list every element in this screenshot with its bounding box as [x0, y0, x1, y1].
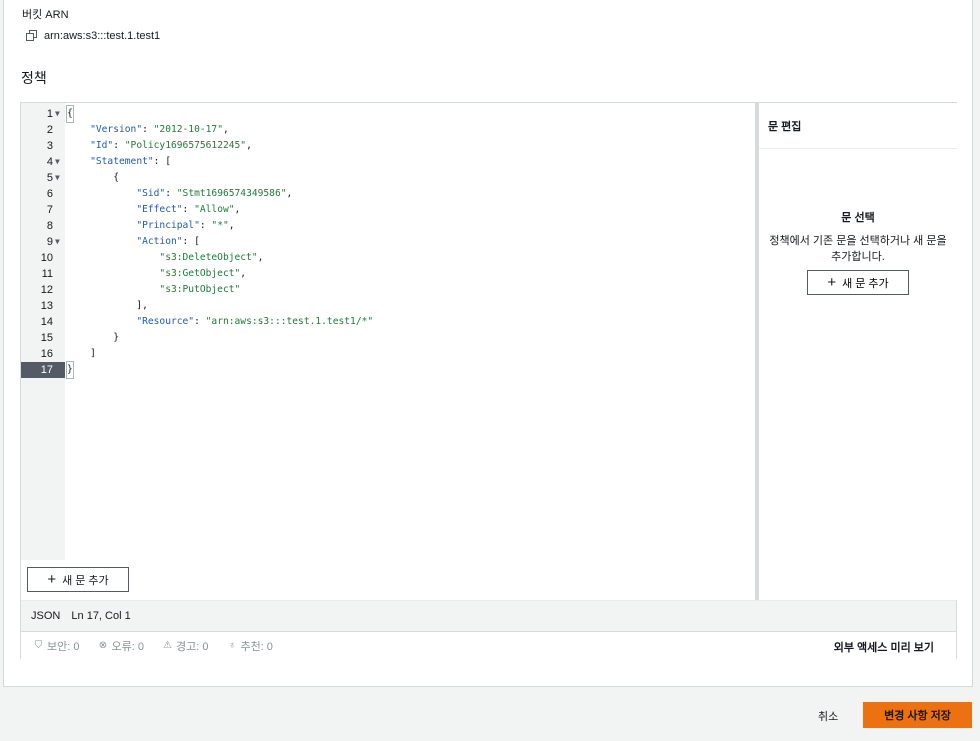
warning-count-label: 경고: 0 [175, 640, 209, 653]
plus-icon: + [47, 571, 57, 588]
code-text: ], [67, 300, 148, 311]
edit-statement-panel: 문 편집 문 선택 정책에서 기존 문을 선택하거나 새 문을 추가합니다. +… [759, 103, 957, 600]
code-editor[interactable]: 1 ▼{2 "Version": "2012-10-17", 3 "Id": "Po… [21, 103, 755, 600]
code-text: "Resource": "arn:aws:s3:::test.1.test1/*… [136, 316, 374, 327]
code-text: "Principal": "*", [136, 220, 235, 231]
edit-statement-header: 문 편집 [759, 103, 957, 149]
code-line[interactable]: 6 "Sid": "Stmt1696574349586", [21, 186, 755, 202]
line-number: 12 [40, 284, 53, 296]
code-line[interactable]: 9 ▼ "Action": [ [21, 234, 755, 250]
line-number: 8 [46, 220, 53, 232]
code-text: "Statement": [ [90, 156, 171, 167]
code-text: } [67, 332, 119, 343]
bucket-arn-label: 버킷 ARN [22, 9, 69, 21]
side-add-statement-label: 새 문 추가 [842, 277, 889, 290]
code-line[interactable]: 8 "Principal": "*", [21, 218, 755, 234]
shield-icon: ⛉ [34, 640, 43, 651]
line-number: 4 [46, 156, 53, 168]
error-count[interactable]: ⊗ 오류: 0 [97, 638, 144, 654]
line-number: 10 [40, 252, 53, 264]
line-number: 1 [46, 108, 53, 120]
add-statement-button[interactable]: + 새 문 추가 [27, 567, 129, 592]
code-line[interactable]: 14 "Resource": "arn:aws:s3:::test.1.test… [21, 314, 755, 330]
plus-icon: + [827, 274, 837, 291]
preview-external-access-link[interactable]: 외부 액세스 미리 보기 [834, 639, 934, 655]
fold-arrow-icon[interactable]: ▼ [55, 106, 60, 122]
code-text: "Id": "Policy1696575612245", [90, 140, 252, 151]
code-line[interactable]: 15 } [21, 330, 755, 346]
fold-arrow-icon[interactable]: ▼ [55, 154, 60, 170]
code-line[interactable]: 2 "Version": "2012-10-17", [21, 122, 755, 138]
error-circle-icon: ⊗ [98, 640, 108, 651]
lightbulb-icon: ♁ [228, 640, 236, 651]
line-number: 3 [46, 140, 53, 152]
policy-editor: 1 ▼{2 "Version": "2012-10-17", 3 "Id": "Po… [20, 102, 957, 659]
line-number: 15 [40, 332, 53, 344]
code-line[interactable]: 12 "s3:PutObject" [21, 282, 755, 298]
side-add-statement-button[interactable]: + 새 문 추가 [807, 270, 909, 295]
copy-icon[interactable] [26, 30, 38, 42]
line-number: 14 [40, 316, 53, 328]
policy-section-title: 정책 [21, 70, 47, 86]
save-changes-button[interactable]: 변경 사항 저장 [863, 702, 972, 728]
line-number: 9 [46, 236, 53, 248]
code-text: "Version": "2012-10-17", [90, 124, 229, 135]
bucket-arn-value: arn:aws:s3:::test.1.test1 [44, 30, 161, 42]
code-line[interactable]: 17} [21, 361, 755, 379]
bucket-arn-row: arn:aws:s3:::test.1.test1 [26, 30, 160, 42]
line-number: 17 [21, 362, 65, 378]
line-number: 6 [46, 188, 53, 200]
code-text: "s3:DeleteObject", [159, 252, 264, 263]
code-text: "Action": [ [136, 236, 200, 247]
status-mode: JSON [31, 610, 61, 622]
code-line[interactable]: 10 "s3:DeleteObject", [21, 250, 755, 266]
security-count-label: 보안: 0 [47, 640, 80, 653]
code-line[interactable]: 13 ], [21, 298, 755, 314]
select-statement-description: 정책에서 기존 문을 선택하거나 새 문을 추가합니다. [769, 235, 947, 263]
bucket-policy-panel: 버킷 ARN arn:aws:s3:::test.1.test1 정책 1 ▼{2… [3, 0, 973, 687]
code-text: { [67, 172, 119, 183]
security-count[interactable]: ⛉ 보안: 0 [33, 638, 80, 654]
warning-count[interactable]: ⚠ 경고: 0 [162, 638, 208, 654]
error-count-label: 오류: 0 [111, 640, 144, 653]
code-line[interactable]: 4 ▼ "Statement": [ [21, 154, 755, 170]
code-text: { [66, 105, 74, 123]
code-line[interactable]: 11 "s3:GetObject", [21, 266, 755, 282]
add-statement-label: 새 문 추가 [62, 574, 109, 587]
line-number: 16 [40, 348, 53, 360]
line-number: 7 [46, 204, 53, 216]
cursor-position: Ln 17, Col 1 [71, 610, 131, 622]
line-number: 11 [41, 268, 53, 280]
fold-arrow-icon[interactable]: ▼ [55, 170, 60, 186]
editor-status-bar: JSON Ln 17, Col 1 [21, 600, 956, 631]
validation-bar: ⛉ 보안: 0 ⊗ 오류: 0 ⚠ 경고: 0 ♁ 추천: 0 외부 액세스 미… [21, 631, 956, 659]
select-statement-title: 문 선택 [841, 212, 875, 224]
warning-triangle-icon: ⚠ [162, 640, 172, 651]
code-line[interactable]: 1 ▼ { [21, 105, 755, 123]
line-number: 5 [46, 172, 53, 184]
code-line[interactable]: 7 "Effect": "Allow", [21, 202, 755, 218]
code-text: "Effect": "Allow", [136, 204, 241, 215]
suggestion-count-label: 추천: 0 [240, 640, 273, 653]
suggestion-count[interactable]: ♁ 추천: 0 [226, 638, 273, 654]
code-text: } [66, 361, 74, 379]
code-line[interactable]: 3 "Id": "Policy1696575612245", [21, 138, 755, 154]
fold-arrow-icon[interactable]: ▼ [55, 234, 60, 250]
line-number: 13 [40, 300, 53, 312]
code-text: ] [67, 348, 96, 359]
code-text: "s3:GetObject", [159, 268, 247, 279]
code-text: "s3:PutObject" [159, 284, 241, 295]
cancel-button[interactable]: 취소 [818, 708, 838, 724]
code-line[interactable]: 16 ] [21, 346, 755, 362]
line-number: 2 [46, 124, 53, 136]
code-text: "Sid": "Stmt1696574349586", [136, 188, 293, 199]
code-line[interactable]: 5 ▼ { [21, 170, 755, 186]
